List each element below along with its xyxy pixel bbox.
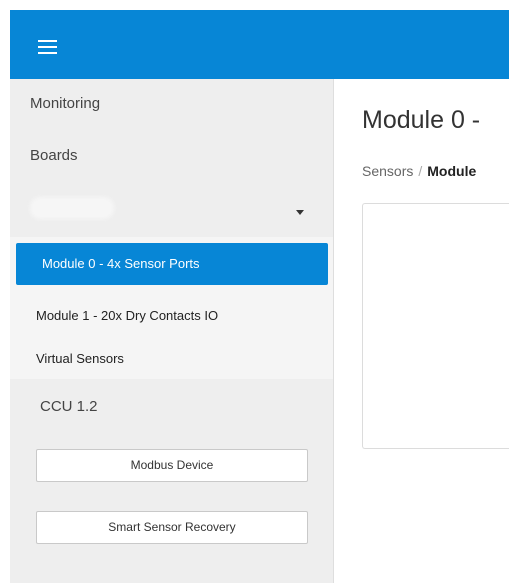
sidebar-item-module-0[interactable]: Module 0 - 4x Sensor Ports [16, 243, 328, 285]
modbus-device-button[interactable]: Modbus Device [36, 449, 308, 482]
breadcrumb: Sensors / Module [362, 163, 476, 179]
hamburger-menu-icon[interactable] [38, 38, 59, 54]
breadcrumb-current: Module [427, 163, 477, 179]
breadcrumb-root-link[interactable]: Sensors [362, 163, 413, 179]
sidebar: Monitoring Boards Module 0 - 4x Sensor P… [10, 79, 334, 583]
sidebar-item-monitoring[interactable]: Monitoring [30, 95, 100, 112]
breadcrumb-separator: / [418, 163, 423, 179]
smart-sensor-recovery-button[interactable]: Smart Sensor Recovery [36, 511, 308, 544]
sidebar-item-module-1[interactable]: Module 1 - 20x Dry Contacts IO [36, 308, 218, 323]
top-app-bar [10, 10, 509, 79]
module-list: Module 0 - 4x Sensor Ports Module 1 - 20… [10, 237, 333, 379]
sidebar-item-virtual-sensors[interactable]: Virtual Sensors [36, 351, 124, 366]
page-title: Module 0 - [362, 106, 481, 134]
board-select-value[interactable] [30, 197, 114, 219]
sidebar-item-boards[interactable]: Boards [30, 147, 78, 164]
chevron-down-icon[interactable] [296, 210, 304, 215]
ccu-version-label: CCU 1.2 [40, 398, 98, 415]
content-card [362, 203, 509, 449]
